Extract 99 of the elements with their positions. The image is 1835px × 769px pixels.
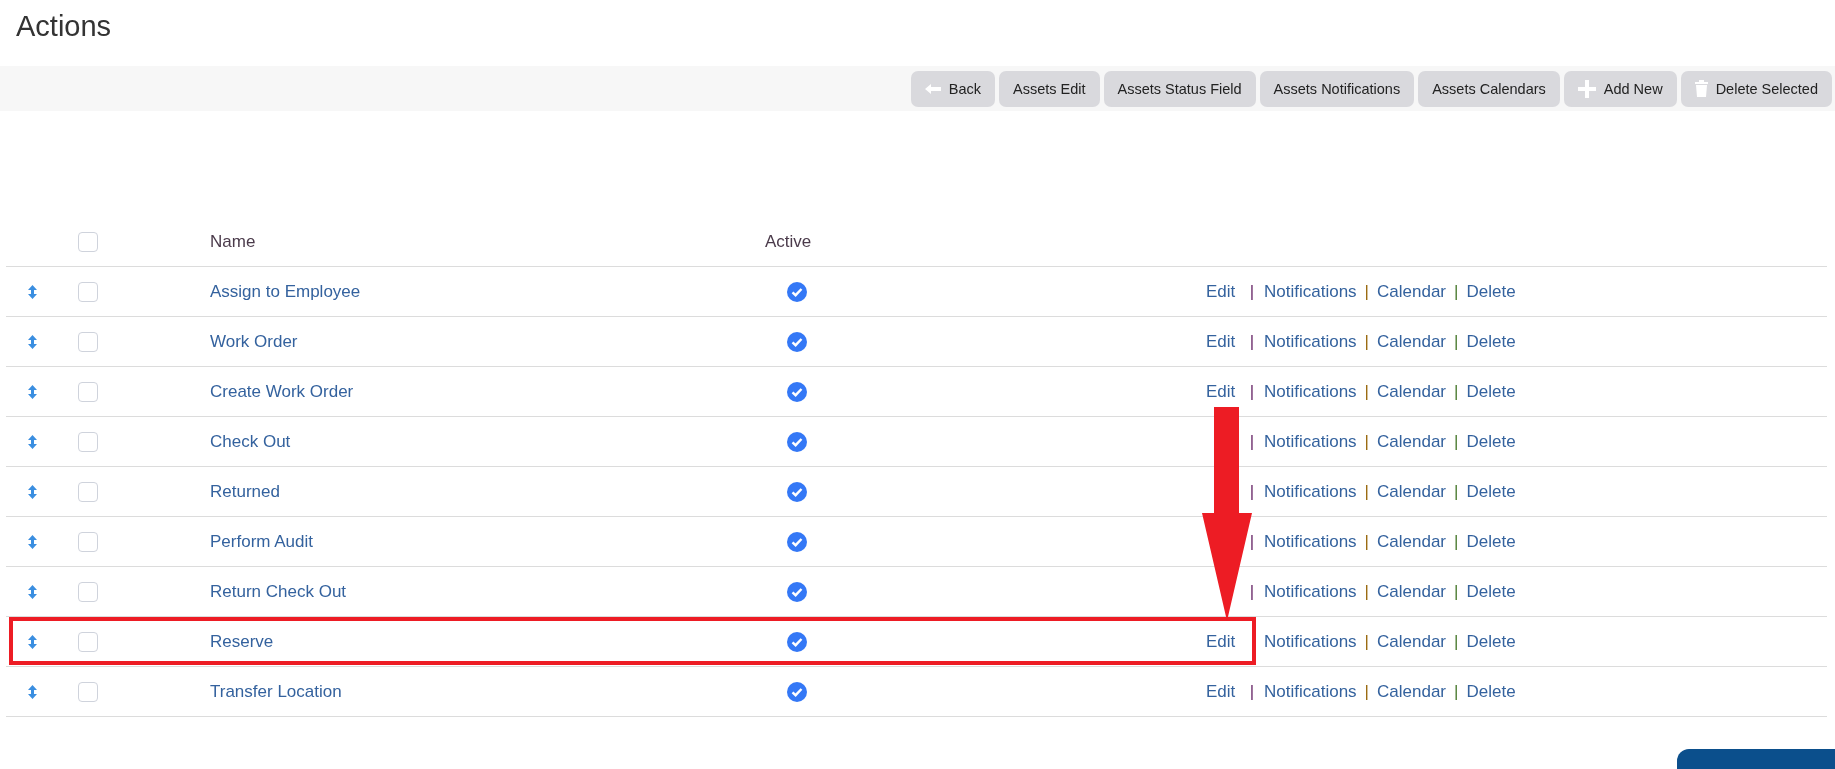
action-link[interactable]: Calendar <box>1377 681 1447 702</box>
action-link[interactable]: Calendar <box>1377 381 1447 402</box>
action-link[interactable]: Calendar <box>1377 481 1447 502</box>
drag-handle-icon[interactable] <box>28 684 37 699</box>
action-link[interactable]: Delete <box>1466 681 1516 702</box>
separator: | <box>1454 481 1459 502</box>
separator: | <box>1249 281 1255 302</box>
action-name-link[interactable]: Assign to Employee <box>210 281 765 302</box>
action-name-link[interactable]: Returned <box>210 481 765 502</box>
action-link[interactable]: Notifications <box>1264 381 1357 402</box>
edit-link[interactable]: Edit <box>1206 381 1236 402</box>
plus-icon <box>1577 79 1596 98</box>
action-link[interactable]: Notifications <box>1264 481 1357 502</box>
separator: | <box>1454 681 1459 702</box>
separator: | <box>1364 681 1370 702</box>
action-link[interactable]: Calendar <box>1377 531 1447 552</box>
separator: | <box>1454 331 1459 352</box>
action-link[interactable]: Notifications <box>1264 581 1357 602</box>
toolbar-button[interactable]: Assets Calendars <box>1418 70 1560 107</box>
action-link[interactable]: Notifications <box>1264 281 1357 302</box>
trash-icon <box>1694 80 1708 97</box>
row-checkbox[interactable] <box>78 631 98 652</box>
page-title: Actions <box>16 10 112 43</box>
toolbar-button[interactable]: Assets Edit <box>998 70 1100 107</box>
column-header: Name <box>210 231 257 252</box>
separator: | <box>1454 631 1459 652</box>
edit-link[interactable]: Edit <box>1206 631 1236 652</box>
drag-handle-icon[interactable] <box>28 284 37 299</box>
drag-handle-icon[interactable] <box>28 634 37 649</box>
action-name-link[interactable]: Return Check Out <box>210 581 765 602</box>
row-checkbox[interactable] <box>78 531 98 552</box>
action-link[interactable]: Delete <box>1466 331 1516 352</box>
action-link[interactable]: Delete <box>1466 381 1516 402</box>
drag-handle-icon[interactable] <box>28 584 37 599</box>
action-name-link[interactable]: Work Order <box>210 331 765 352</box>
row-checkbox[interactable] <box>78 381 98 402</box>
action-link[interactable]: Notifications <box>1264 431 1357 452</box>
action-link[interactable]: Notifications <box>1264 531 1357 552</box>
row-checkbox[interactable] <box>78 481 98 502</box>
separator: | <box>1364 481 1370 502</box>
row-checkbox[interactable] <box>78 581 98 602</box>
toolbar-button[interactable]: Assets Notifications <box>1259 70 1415 107</box>
separator: | <box>1454 281 1459 302</box>
row-checkbox[interactable] <box>78 431 98 452</box>
separator: | <box>1249 381 1255 402</box>
separator: | <box>1364 381 1370 402</box>
separator: | <box>1249 581 1255 602</box>
action-name-link[interactable]: Perform Audit <box>210 531 765 552</box>
row-checkbox[interactable] <box>78 331 98 352</box>
action-name-link[interactable]: Transfer Location <box>210 681 765 702</box>
action-link[interactable]: Delete <box>1466 531 1516 552</box>
toolbar-button[interactable]: Delete Selected <box>1680 70 1832 107</box>
toolbar-button[interactable]: Back <box>910 70 995 107</box>
separator: | <box>1249 431 1255 452</box>
edit-link[interactable]: Edit <box>1206 331 1236 352</box>
separator: | <box>1454 431 1459 452</box>
toolbar-button[interactable]: Add New <box>1563 70 1677 107</box>
action-link[interactable]: Calendar <box>1377 281 1447 302</box>
separator: | <box>1454 581 1459 602</box>
left-arrow-icon <box>924 83 941 94</box>
action-link[interactable]: Delete <box>1466 631 1516 652</box>
action-link[interactable]: Calendar <box>1377 631 1447 652</box>
action-link[interactable]: Delete <box>1466 481 1516 502</box>
action-link[interactable]: Calendar <box>1377 331 1447 352</box>
row-checkbox[interactable] <box>78 681 98 702</box>
drag-handle-icon[interactable] <box>28 434 37 449</box>
separator: | <box>1364 331 1370 352</box>
separator: | <box>1364 631 1370 652</box>
action-link[interactable]: Delete <box>1466 581 1516 602</box>
separator: | <box>1454 381 1459 402</box>
drag-handle-icon[interactable] <box>28 384 37 399</box>
drag-handle-icon[interactable] <box>28 534 37 549</box>
separator: | <box>1364 531 1370 552</box>
toolbar-button[interactable]: Assets Status Field <box>1103 70 1256 107</box>
action-name-link[interactable]: Check Out <box>210 431 765 452</box>
action-link[interactable]: Delete <box>1466 281 1516 302</box>
separator: | <box>1454 531 1459 552</box>
drag-handle-icon[interactable] <box>28 484 37 499</box>
separator: | <box>1249 331 1255 352</box>
action-link[interactable]: Notifications <box>1264 681 1357 702</box>
action-link[interactable]: Notifications <box>1264 331 1357 352</box>
separator: | <box>1249 531 1255 552</box>
separator: | <box>1364 581 1370 602</box>
separator: | <box>1364 431 1370 452</box>
separator: | <box>1364 281 1370 302</box>
action-link[interactable]: Calendar <box>1377 581 1447 602</box>
action-link[interactable]: Calendar <box>1377 431 1447 452</box>
action-link[interactable]: Notifications <box>1264 631 1357 652</box>
drag-handle-icon[interactable] <box>28 334 37 349</box>
select-all-checkbox[interactable] <box>78 231 98 252</box>
row-checkbox[interactable] <box>78 281 98 302</box>
action-name-link[interactable]: Create Work Order <box>210 381 765 402</box>
action-name-link[interactable]: Reserve <box>210 631 765 652</box>
separator: | <box>1249 681 1255 702</box>
separator: | <box>1249 481 1255 502</box>
column-header: Active <box>765 231 813 252</box>
action-link[interactable]: Delete <box>1466 431 1516 452</box>
edit-link[interactable]: Edit <box>1206 681 1236 702</box>
edit-link[interactable]: Edit <box>1206 281 1236 302</box>
